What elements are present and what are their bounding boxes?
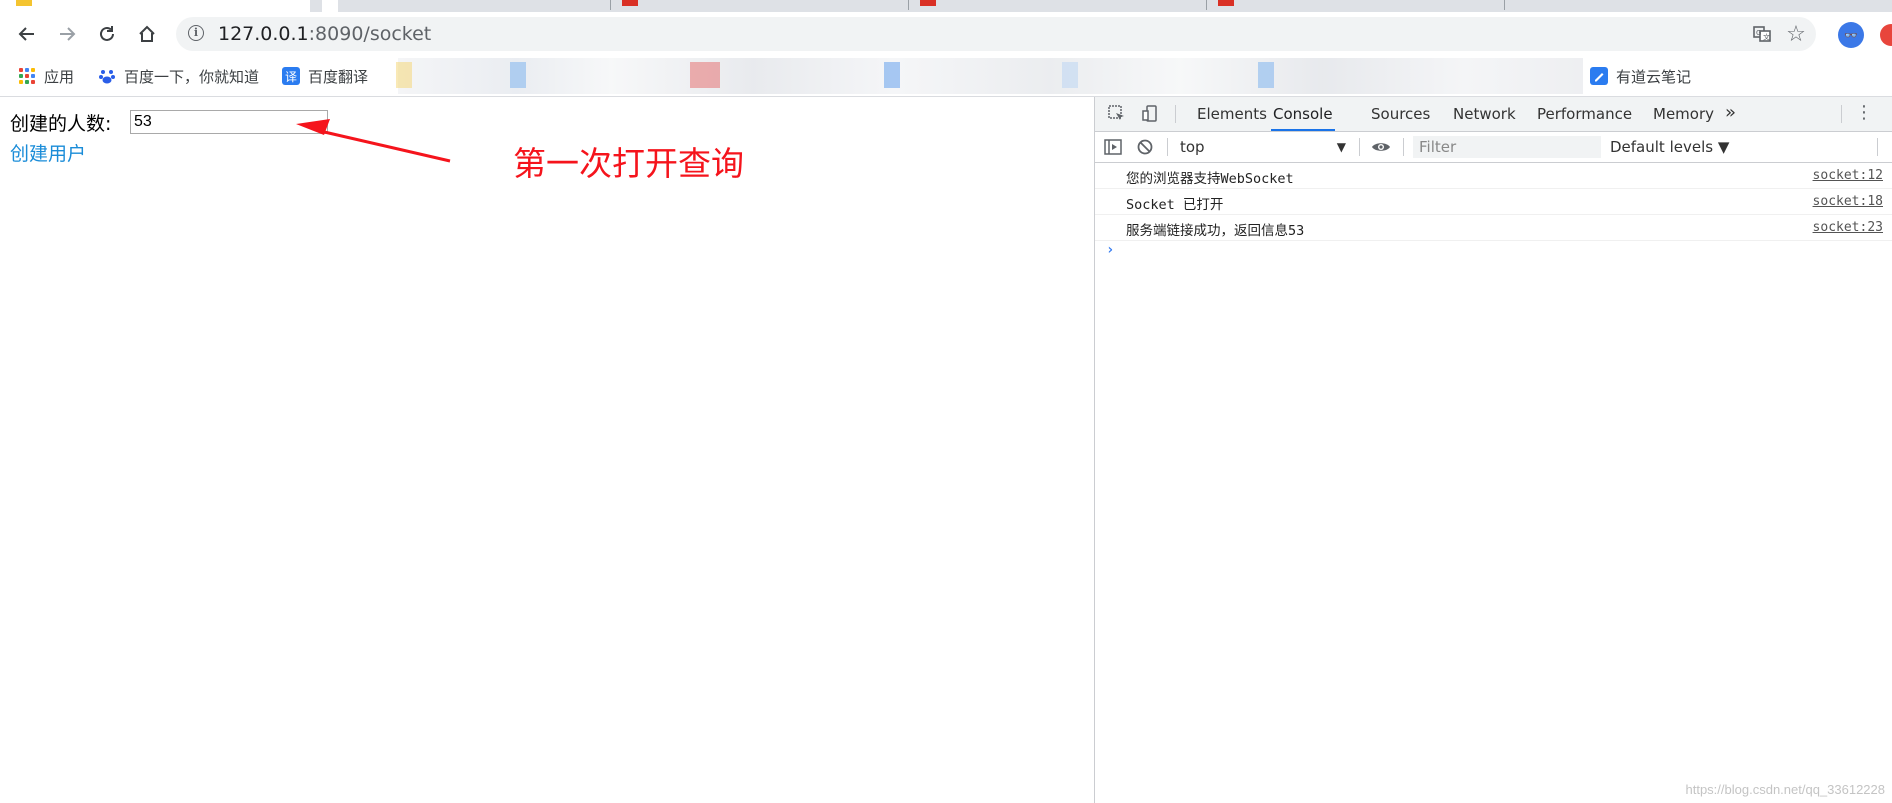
create-user-link[interactable]: 创建用户 xyxy=(10,139,86,166)
url-path: :8090/socket xyxy=(308,23,432,45)
more-tabs-icon[interactable]: » xyxy=(1725,97,1736,131)
console-filter-input[interactable] xyxy=(1413,136,1601,158)
log-text: 服务端链接成功，返回信息53 xyxy=(1126,223,1305,239)
bookmark-apps[interactable]: 应用 xyxy=(18,65,74,87)
reload-icon xyxy=(100,26,114,41)
context-selector[interactable]: top ▼ xyxy=(1180,136,1348,158)
inspect-element-icon[interactable] xyxy=(1107,104,1127,124)
bookmark-star-icon[interactable]: ☆ xyxy=(1784,21,1808,47)
console-message: Socket 已打开 socket:18 xyxy=(1095,189,1892,215)
count-label: 创建的人数: xyxy=(10,113,112,135)
home-icon xyxy=(139,25,155,42)
extension-red-icon[interactable] xyxy=(1880,24,1892,46)
svg-text:G: G xyxy=(1756,29,1761,37)
devtools-menu-icon[interactable]: ⋮ xyxy=(1855,97,1873,131)
log-levels-dropdown[interactable]: Default levels ▼ xyxy=(1610,136,1729,158)
sidebar-toggle-icon[interactable] xyxy=(1103,137,1123,157)
youdao-note-icon xyxy=(1590,67,1608,85)
console-toolbar: top ▼ Default levels ▼ xyxy=(1095,132,1892,163)
apps-grid-icon xyxy=(18,67,36,85)
address-bar[interactable]: i 127.0.0.1:8090/socket 文G ☆ xyxy=(176,17,1816,51)
translate-badge-icon: 译 xyxy=(282,67,300,85)
bookmark-baidu-translate[interactable]: 译 百度翻译 xyxy=(282,65,368,87)
bookmark-label: 百度翻译 xyxy=(308,67,369,86)
log-text: 您的浏览器支持WebSocket xyxy=(1126,171,1294,187)
tab-network[interactable]: Network xyxy=(1451,97,1518,131)
bookmark-baidu[interactable]: 百度一下，你就知道 xyxy=(98,65,259,87)
log-source-link[interactable]: socket:23 xyxy=(1813,220,1883,235)
tab-favicon-icon xyxy=(16,0,32,6)
log-source-link[interactable]: socket:18 xyxy=(1813,194,1883,209)
context-value: top xyxy=(1180,138,1205,156)
tab-elements[interactable]: Elements xyxy=(1195,97,1269,131)
live-expression-eye-icon[interactable] xyxy=(1371,137,1391,157)
web-page: 创建的人数: 创建用户 第一次打开查询 xyxy=(0,97,1094,803)
tab-favicon-icon xyxy=(622,0,638,6)
console-prompt[interactable]: › xyxy=(1095,241,1892,263)
devtools-tab-bar: Elements Console Sources Network Perform… xyxy=(1095,97,1892,132)
extension-glasses-icon[interactable]: 👓 xyxy=(1838,22,1864,48)
svg-text:文: 文 xyxy=(1763,33,1770,42)
baidu-paw-icon xyxy=(98,67,116,85)
console-message: 您的浏览器支持WebSocket socket:12 xyxy=(1095,163,1892,189)
forward-arrow-icon xyxy=(60,27,76,41)
bookmark-youdao-note[interactable]: 有道云笔记 xyxy=(1590,65,1691,87)
translate-glyph-icon: 文G xyxy=(1753,26,1771,42)
tab-favicon-icon xyxy=(1218,0,1234,6)
clear-console-icon[interactable] xyxy=(1135,137,1155,157)
active-tab[interactable] xyxy=(0,0,310,12)
blurred-bookmarks xyxy=(398,58,1583,94)
tab-performance[interactable]: Performance xyxy=(1535,97,1634,131)
reload-button[interactable] xyxy=(92,20,122,48)
info-icon[interactable]: i xyxy=(188,25,204,41)
annotation-arrow xyxy=(296,119,451,163)
url-text[interactable]: 127.0.0.1:8090/socket xyxy=(218,23,431,45)
tab-memory[interactable]: Memory xyxy=(1651,97,1716,131)
back-arrow-icon xyxy=(18,27,34,41)
log-text: Socket 已打开 xyxy=(1126,197,1224,213)
annotation-text: 第一次打开查询 xyxy=(513,144,744,183)
tab-favicon-icon xyxy=(322,0,338,12)
log-source-link[interactable]: socket:12 xyxy=(1813,168,1883,183)
watermark: https://blog.csdn.net/qq_33612228 xyxy=(1685,782,1886,797)
caret-down-icon: ▼ xyxy=(1336,140,1346,154)
console-messages: 您的浏览器支持WebSocket socket:12 Socket 已打开 so… xyxy=(1095,163,1892,263)
home-button[interactable] xyxy=(132,20,162,48)
devtools-panel: Elements Console Sources Network Perform… xyxy=(1094,97,1892,803)
prompt-chevron-icon: › xyxy=(1106,242,1115,258)
bookmark-label: 应用 xyxy=(44,67,75,86)
bookmark-label: 有道云笔记 xyxy=(1616,67,1692,86)
console-message: 服务端链接成功，返回信息53 socket:23 xyxy=(1095,215,1892,241)
forward-button[interactable] xyxy=(52,20,82,48)
back-button[interactable] xyxy=(12,20,42,48)
translate-icon[interactable]: 文G xyxy=(1751,23,1773,45)
browser-toolbar: i 127.0.0.1:8090/socket 文G ☆ 👓 xyxy=(0,12,1892,56)
tab-favicon-icon xyxy=(920,0,936,6)
bookmark-label: 百度一下，你就知道 xyxy=(124,67,260,86)
url-host: 127.0.0.1 xyxy=(218,23,309,45)
tab-sources[interactable]: Sources xyxy=(1369,97,1432,131)
device-toolbar-icon[interactable] xyxy=(1141,104,1161,124)
tab-console[interactable]: Console xyxy=(1271,97,1335,131)
tab-strip xyxy=(0,0,1892,12)
